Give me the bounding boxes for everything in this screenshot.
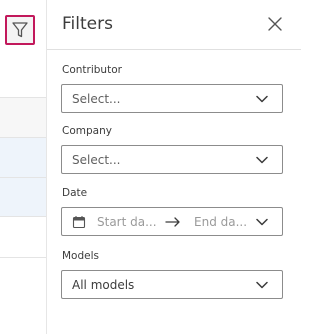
company-placeholder: Select... [72, 153, 121, 167]
company-label: Company [62, 125, 112, 137]
filters-panel: Filters Contributor Select... Company Se… [46, 0, 301, 334]
close-button[interactable] [267, 16, 283, 32]
chevron-down-icon [256, 156, 268, 164]
list-row[interactable] [0, 177, 46, 217]
start-date-input[interactable]: Start da... [97, 215, 157, 229]
chevron-down-icon [256, 95, 268, 103]
panel-header: Filters [47, 0, 301, 50]
background-list [0, 0, 46, 334]
models-select[interactable]: All models [61, 270, 283, 299]
date-range-picker[interactable]: Start da... End da... [61, 207, 283, 236]
app-root: Filters Contributor Select... Company Se… [0, 0, 301, 334]
filter-button[interactable] [5, 15, 35, 45]
list-row[interactable] [0, 97, 46, 137]
chevron-down-icon [256, 281, 268, 289]
arrow-right-icon [165, 217, 180, 227]
end-date-input[interactable]: End da... [194, 215, 247, 229]
models-label: Models [62, 250, 99, 262]
panel-title: Filters [62, 14, 113, 34]
calendar-icon [72, 216, 86, 229]
list-row[interactable] [0, 137, 46, 177]
filter-funnel-icon [12, 22, 28, 38]
company-select[interactable]: Select... [61, 145, 283, 174]
contributor-select[interactable]: Select... [61, 84, 283, 113]
chevron-down-icon [256, 218, 268, 226]
date-label: Date [62, 187, 88, 199]
divider [0, 257, 46, 258]
close-icon [268, 17, 282, 31]
contributor-label: Contributor [62, 64, 122, 76]
contributor-placeholder: Select... [72, 92, 121, 106]
models-value: All models [72, 278, 135, 292]
